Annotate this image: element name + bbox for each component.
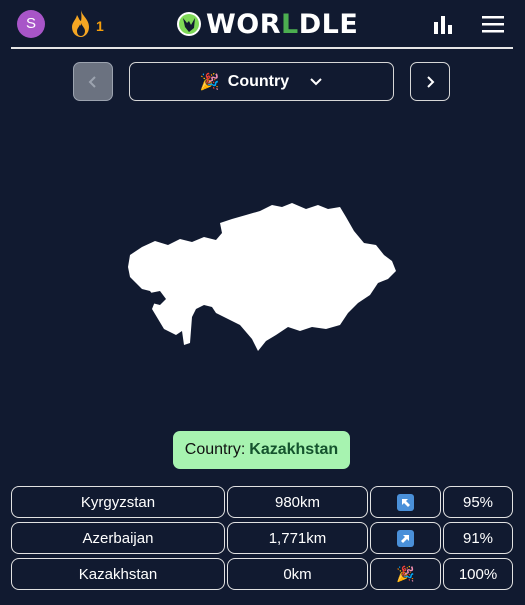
guess-direction	[370, 522, 441, 554]
guess-direction	[370, 486, 441, 518]
guess-proximity: 100%	[443, 558, 513, 590]
game-mode-dropdown[interactable]: 🎉 Country	[129, 62, 394, 101]
globe-logo-icon	[177, 12, 201, 36]
chevron-right-icon	[427, 75, 435, 88]
guess-row: Kazakhstan 0km 🎉 100%	[11, 558, 514, 594]
chevron-left-icon	[88, 75, 96, 88]
party-popper-icon: 🎉	[199, 73, 220, 91]
guess-country: Kazakhstan	[11, 558, 225, 590]
guess-distance: 1,771km	[227, 522, 368, 554]
previous-game-button[interactable]	[73, 62, 113, 101]
stats-icon[interactable]	[432, 13, 454, 35]
guess-proximity: 91%	[443, 522, 513, 554]
next-game-button[interactable]	[410, 62, 450, 101]
guess-row: Kyrgyzstan 980km 95%	[11, 486, 514, 522]
guess-distance: 0km	[227, 558, 368, 590]
country-silhouette-map	[128, 203, 396, 351]
answer-reveal: Country: Kazakhstan	[173, 431, 350, 469]
guess-list: Kyrgyzstan 980km 95% Azerbaijan 1,771km …	[11, 486, 514, 594]
arrow-up-right-icon	[397, 529, 414, 547]
game-mode-label: Country	[227, 72, 290, 90]
guess-country: Azerbaijan	[11, 522, 225, 554]
arrow-up-left-icon	[397, 493, 414, 511]
streak-count: 1	[96, 18, 104, 34]
guess-row: Azerbaijan 1,771km 91%	[11, 522, 514, 558]
guess-direction: 🎉	[370, 558, 441, 590]
header-divider	[11, 47, 513, 49]
menu-icon[interactable]	[481, 14, 505, 34]
top-bar: S 1 WORLDLE	[0, 0, 525, 48]
flame-icon	[72, 10, 89, 37]
streak-indicator[interactable]: 1	[68, 8, 104, 40]
answer-label: Country:	[184, 441, 246, 458]
guess-distance: 980km	[227, 486, 368, 518]
user-avatar[interactable]: S	[17, 10, 45, 38]
guess-country: Kyrgyzstan	[11, 486, 225, 518]
logo-text: WORLDLE	[206, 8, 359, 40]
answer-country: Kazakhstan	[249, 441, 339, 458]
guess-proximity: 95%	[443, 486, 513, 518]
worldle-logo[interactable]: WORLDLE	[176, 8, 359, 40]
party-popper-icon: 🎉	[396, 566, 415, 583]
chevron-down-icon	[310, 77, 322, 85]
